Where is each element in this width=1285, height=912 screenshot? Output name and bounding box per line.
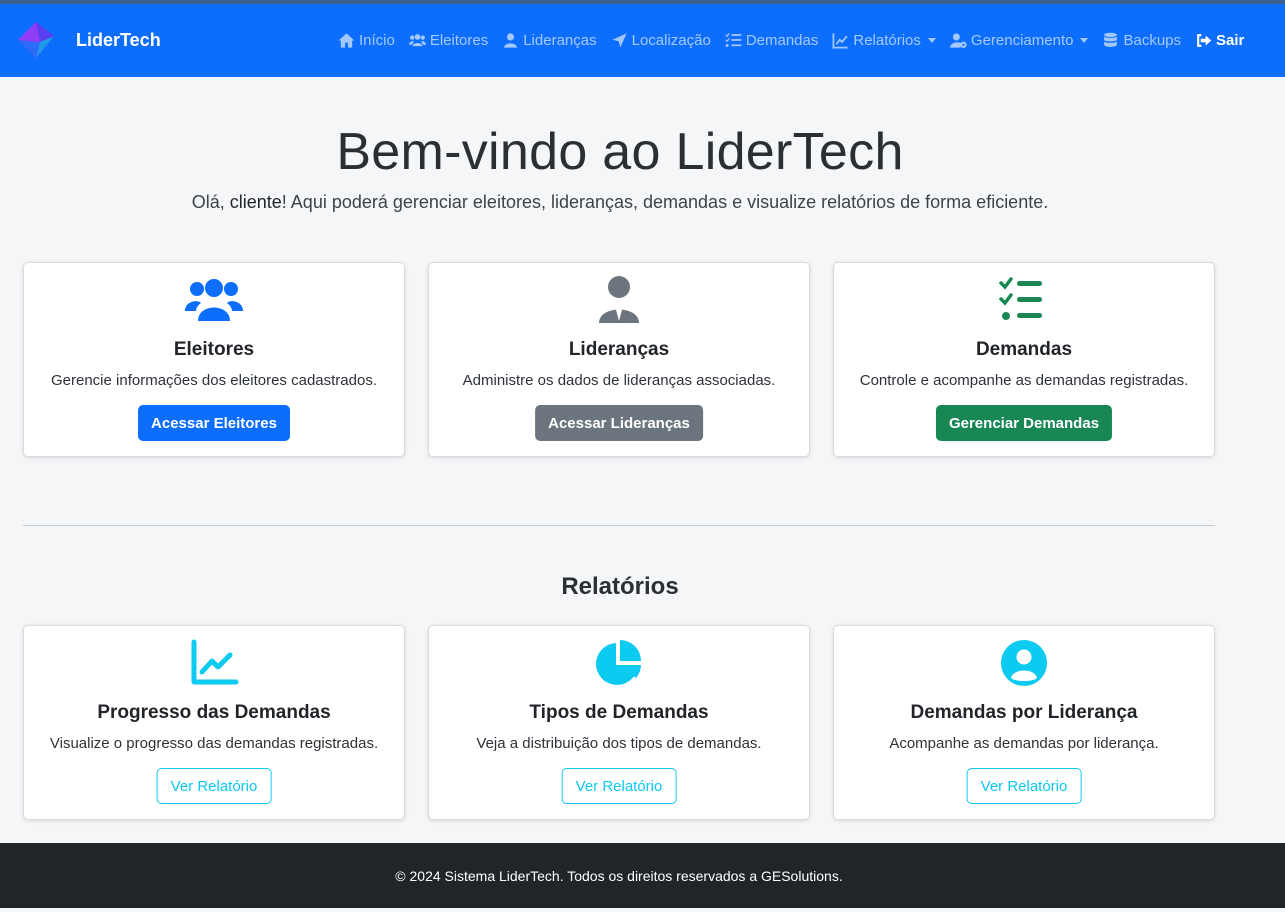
location-arrow-icon: [612, 33, 627, 48]
users-icon: [408, 34, 426, 47]
card-liderancas: Lideranças Administre os dados de lidera…: [428, 262, 810, 457]
nav-item-gerenciamento[interactable]: Gerenciamento: [949, 32, 1089, 49]
user-icon: [504, 33, 518, 48]
ver-relatorio-progresso-button[interactable]: Ver Relatório: [156, 768, 272, 804]
nav-item-label: Relatórios: [853, 32, 921, 49]
sign-out-icon: [1197, 34, 1212, 47]
card-eleitores: Eleitores Gerencie informações dos eleit…: [23, 262, 405, 457]
nav-item-label: Eleitores: [429, 32, 489, 49]
nav-item-inicio[interactable]: Início: [338, 32, 395, 49]
users-icon: [185, 279, 243, 321]
acessar-liderancas-button[interactable]: Acessar Lideranças: [535, 405, 703, 441]
ver-relatorio-lideranca-button[interactable]: Ver Relatório: [966, 768, 1082, 804]
card-description: Administre os dados de lideranças associ…: [462, 372, 776, 389]
chart-line-icon: [832, 33, 848, 49]
card-description: Controle e acompanhe as demandas registr…: [859, 372, 1189, 389]
acessar-eleitores-button[interactable]: Acessar Eleitores: [138, 405, 290, 441]
chart-line-icon: [191, 639, 239, 685]
card-title: Lideranças: [568, 339, 670, 360]
database-icon: [1104, 32, 1118, 47]
ver-relatorio-tipos-button[interactable]: Ver Relatório: [561, 768, 677, 804]
list-check-icon: [999, 277, 1042, 320]
nav-item-backups[interactable]: Backups: [1102, 32, 1181, 49]
user-tie-icon: [599, 276, 639, 323]
nav-item-label: Sair: [1216, 32, 1245, 49]
card-description: Acompanhe as demandas por liderança.: [889, 735, 1159, 752]
nav-item-label: Gerenciamento: [970, 32, 1074, 49]
card-title: Demandas: [975, 339, 1073, 360]
brand-name: LiderTech: [76, 29, 161, 50]
page-title: Bem-vindo ao LiderTech: [336, 123, 904, 181]
card-title: Eleitores: [173, 339, 255, 360]
lidertech-logo-icon: [18, 22, 54, 58]
card-description: Visualize o progresso das demandas regis…: [49, 735, 379, 752]
section-divider: [23, 525, 1215, 526]
welcome-message: Olá, cliente! Aqui poderá gerenciar elei…: [0, 192, 1240, 213]
nav-item-label: Início: [359, 32, 395, 49]
nav-item-sair[interactable]: Sair: [1195, 32, 1244, 49]
chart-pie-icon: [596, 640, 641, 685]
footer-copyright: © 2024 Sistema LiderTech. Todos os direi…: [395, 867, 843, 884]
nav-item-demandas[interactable]: Demandas: [725, 32, 819, 49]
brand[interactable]: LiderTech: [16, 20, 161, 60]
card-title: Demandas por Liderança: [910, 702, 1138, 723]
card-demandas-por-lideranca: Demandas por Liderança Acompanhe as dema…: [833, 625, 1215, 820]
footer: © 2024 Sistema LiderTech. Todos os direi…: [0, 843, 1285, 908]
card-title: Tipos de Demandas: [529, 702, 709, 723]
card-title: Progresso das Demandas: [97, 702, 331, 723]
card-description: Veja a distribuição dos tipos de demanda…: [476, 735, 762, 752]
gerenciar-demandas-button[interactable]: Gerenciar Demandas: [935, 405, 1113, 441]
navbar: LiderTech Início Eleitores Lideranças Lo…: [0, 4, 1285, 77]
greeting-suffix: ! Aqui poderá gerenciar eleitores, lider…: [281, 192, 1049, 212]
card-tipos-demandas: Tipos de Demandas Veja a distribuição do…: [428, 625, 810, 820]
nav-item-label: Backups: [1123, 32, 1182, 49]
nav-item-relatorios[interactable]: Relatórios: [832, 32, 936, 49]
user-gear-icon: [949, 33, 967, 48]
chevron-down-icon: [927, 38, 936, 43]
nav-item-label: Demandas: [745, 32, 819, 49]
home-icon: [338, 33, 355, 48]
user-circle-icon: [1001, 640, 1047, 686]
nav-item-label: Localização: [631, 32, 711, 49]
list-check-icon: [725, 33, 742, 47]
nav-item-eleitores[interactable]: Eleitores: [408, 32, 489, 49]
card-demandas: Demandas Controle e acompanhe as demanda…: [833, 262, 1215, 457]
greeting-prefix: Olá,: [191, 192, 230, 212]
card-description: Gerencie informações dos eleitores cadas…: [50, 372, 377, 389]
card-progresso-demandas: Progresso das Demandas Visualize o progr…: [23, 625, 405, 820]
nav-item-liderancas[interactable]: Lideranças: [502, 32, 597, 49]
nav-links: Início Eleitores Lideranças Localização …: [338, 4, 1258, 77]
user-name: cliente: [229, 192, 282, 212]
nav-item-localizacao[interactable]: Localização: [611, 32, 711, 49]
chevron-down-icon: [1080, 38, 1089, 43]
reports-section-title: Relatórios: [561, 573, 679, 600]
nav-item-label: Lideranças: [523, 32, 597, 49]
